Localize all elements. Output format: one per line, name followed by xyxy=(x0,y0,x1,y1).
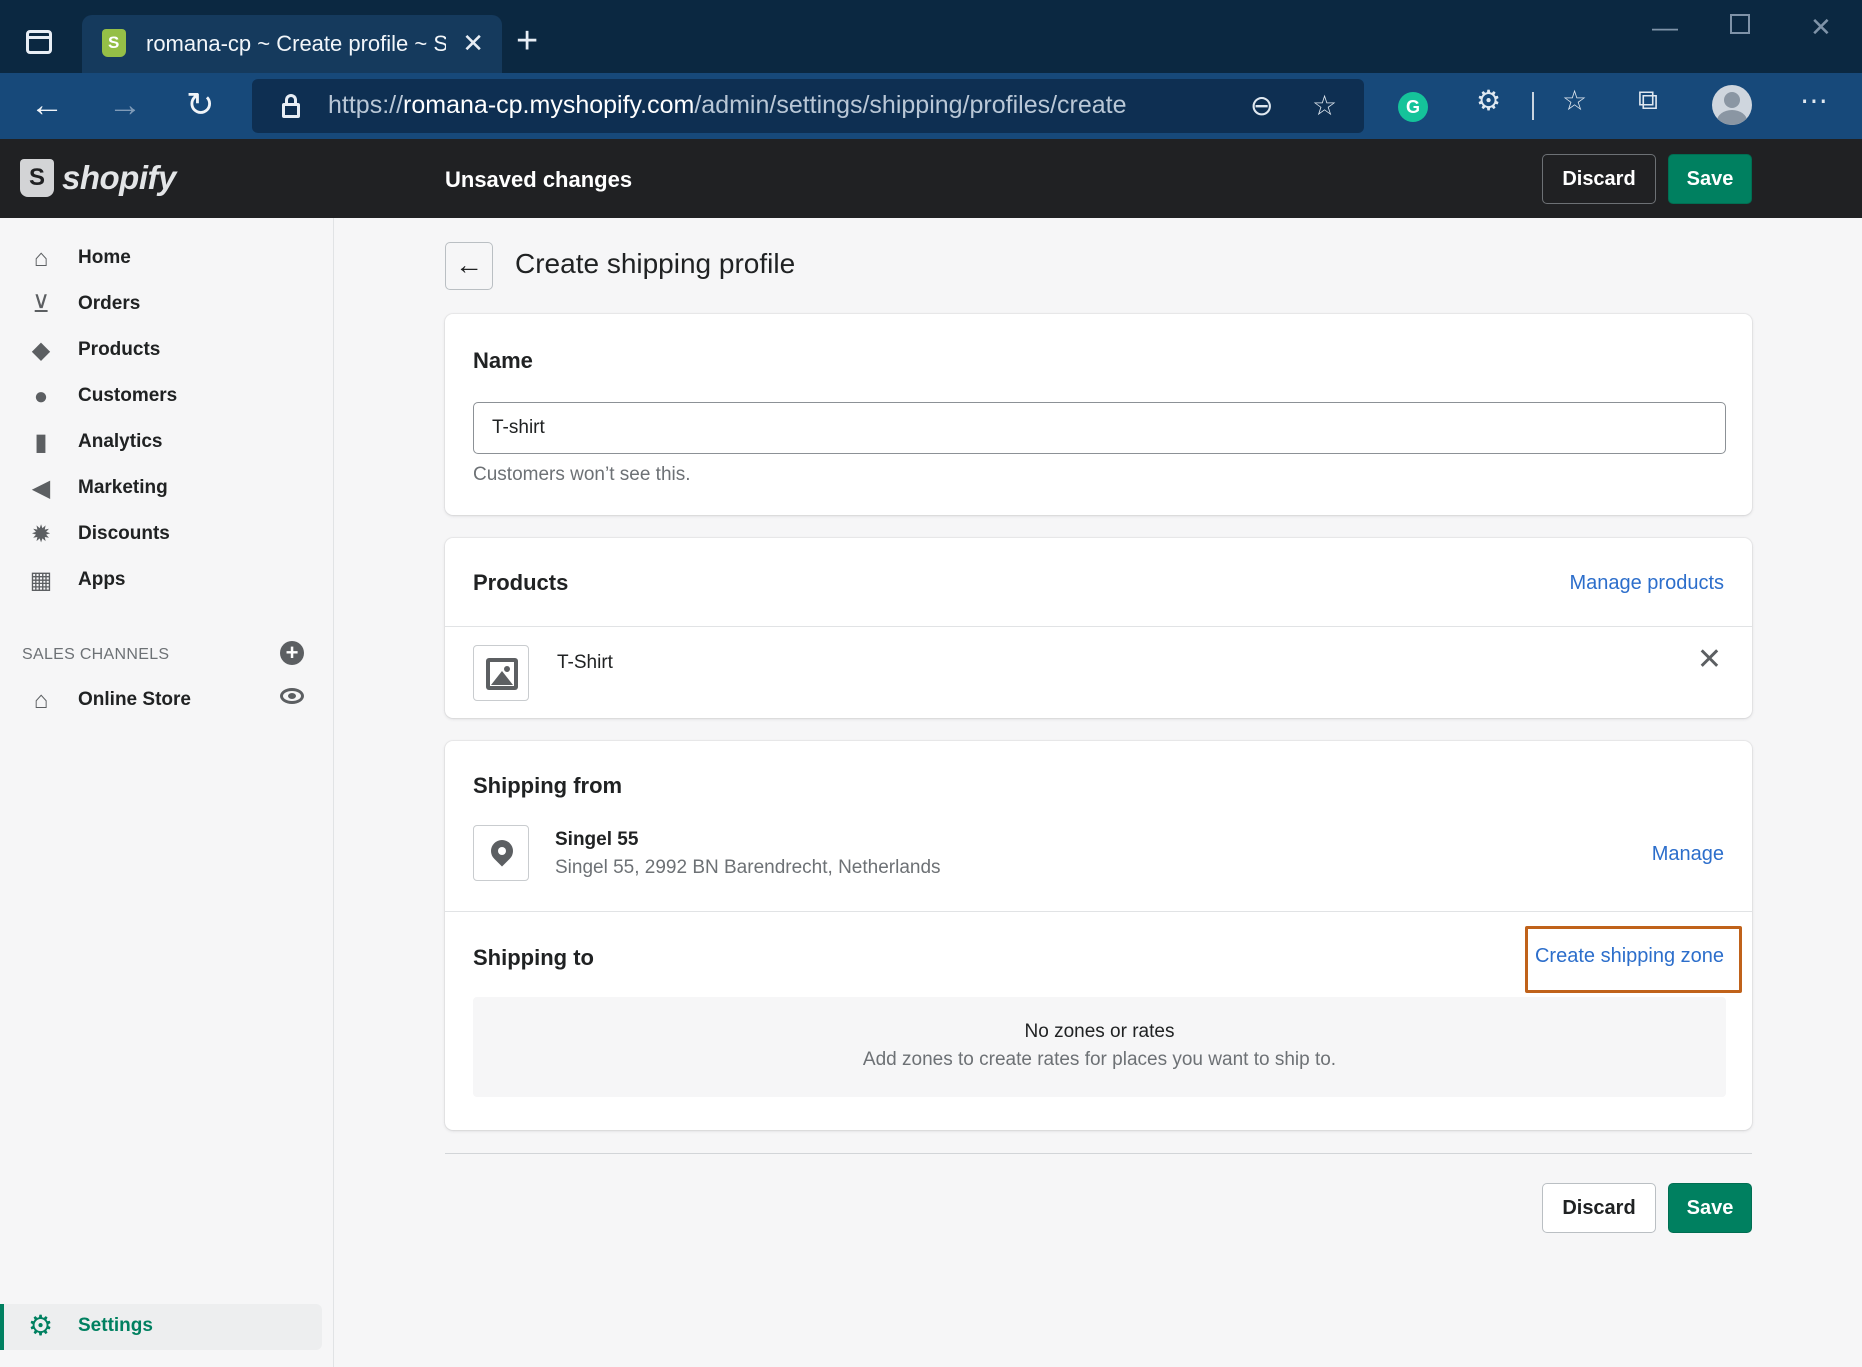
products-card: Products Manage products T-Shirt ✕ xyxy=(445,538,1752,718)
add-sales-channel-icon[interactable]: + xyxy=(280,641,304,665)
back-button[interactable]: ← xyxy=(445,242,493,290)
manage-location-link[interactable]: Manage xyxy=(1652,843,1724,866)
favorites-icon[interactable]: ☆ xyxy=(1562,84,1587,117)
name-card: Name T-shirt Customers won’t see this. xyxy=(445,314,1752,515)
footer-save-button[interactable]: Save xyxy=(1668,1183,1752,1233)
footer-divider xyxy=(445,1153,1752,1154)
sidebar-item-home[interactable]: ⌂ Home xyxy=(0,238,334,278)
shopify-favicon-icon xyxy=(102,29,126,57)
profile-name-input[interactable]: T-shirt xyxy=(473,402,1726,454)
shopify-logo-icon xyxy=(20,159,54,197)
window-close-icon[interactable]: ✕ xyxy=(1810,12,1832,43)
empty-zones-state: No zones or rates Add zones to create ra… xyxy=(473,997,1726,1097)
close-tab-icon[interactable]: ✕ xyxy=(462,28,484,59)
sidebar-item-label: Online Store xyxy=(78,689,191,710)
sidebar-item-analytics[interactable]: ▮ Analytics xyxy=(0,422,334,462)
shipping-divider xyxy=(445,911,1752,912)
gear-icon: ⚙ xyxy=(28,1310,54,1341)
location-address: Singel 55, 2992 BN Barendrecht, Netherla… xyxy=(555,857,941,878)
new-tab-icon[interactable]: + xyxy=(516,22,538,60)
browser-tab[interactable]: romana-cp ~ Create profile ~ Sh ✕ xyxy=(82,15,502,73)
view-store-eye-icon[interactable] xyxy=(280,688,304,704)
products-card-title: Products xyxy=(473,570,569,595)
sidebar-item-apps[interactable]: ▦ Apps xyxy=(0,560,334,600)
sales-channels-heading: SALES CHANNELS xyxy=(22,646,170,663)
sidebar-item-discounts[interactable]: ✹ Discounts xyxy=(0,514,334,554)
tag-icon: ◆ xyxy=(31,337,51,364)
sidebar-item-customers[interactable]: ● Customers xyxy=(0,376,334,416)
zoom-out-icon[interactable]: ⊖ xyxy=(1250,89,1273,122)
orders-icon: ⊻ xyxy=(32,291,50,318)
arrow-left-icon: ← xyxy=(455,249,483,280)
maximize-icon[interactable] xyxy=(1730,14,1750,34)
tab-title: romana-cp ~ Create profile ~ Sh xyxy=(146,31,446,56)
forward-arrow-icon[interactable]: → xyxy=(108,85,142,125)
extensions-icon[interactable]: ⚙ xyxy=(1476,84,1501,117)
image-placeholder-icon xyxy=(486,658,518,690)
sidebar-item-settings[interactable]: ⚙ Settings xyxy=(0,1304,322,1350)
sidebar-item-label: Apps xyxy=(78,569,126,590)
tab-actions-icon[interactable] xyxy=(26,30,52,54)
browser-tab-bar: romana-cp ~ Create profile ~ Sh ✕ + — ✕ xyxy=(0,0,1862,73)
home-icon: ⌂ xyxy=(33,245,49,272)
sidebar-item-label: Discounts xyxy=(78,523,170,544)
location-pin-icon xyxy=(486,835,518,867)
shopify-logo-text: shopify xyxy=(62,159,176,196)
refresh-icon[interactable]: ↻ xyxy=(186,85,215,125)
grammarly-extension-icon[interactable]: G xyxy=(1398,92,1428,122)
name-help-text: Customers won’t see this. xyxy=(473,464,691,485)
apps-icon: ▦ xyxy=(29,567,53,594)
bar-chart-icon: ▮ xyxy=(34,429,48,456)
topbar-save-button[interactable]: Save xyxy=(1668,154,1752,204)
sidebar-item-label: Customers xyxy=(78,385,178,406)
sidebar-item-label: Orders xyxy=(78,293,141,314)
unsaved-changes-label: Unsaved changes xyxy=(445,167,633,192)
collections-icon[interactable]: ⧉ xyxy=(1638,84,1658,117)
footer-discard-button[interactable]: Discard xyxy=(1542,1183,1656,1233)
manage-products-link[interactable]: Manage products xyxy=(1569,572,1724,595)
store-icon: ⌂ xyxy=(33,687,49,714)
sidebar-item-label: Home xyxy=(78,247,131,268)
minimize-icon[interactable]: — xyxy=(1652,12,1678,43)
sidebar-item-label: Analytics xyxy=(78,431,163,452)
profile-avatar[interactable] xyxy=(1712,85,1752,125)
add-favorite-icon[interactable]: ☆ xyxy=(1312,89,1337,122)
more-menu-icon[interactable]: ⋯ xyxy=(1800,84,1828,117)
remove-product-close-icon[interactable]: ✕ xyxy=(1697,642,1722,677)
sidebar: ⌂ Home ⊻ Orders ◆ Products ● Customers ▮… xyxy=(0,218,334,1367)
lock-icon[interactable] xyxy=(280,94,302,118)
page-title: Create shipping profile xyxy=(515,248,796,279)
create-zone-highlight xyxy=(1525,926,1742,993)
name-card-title: Name xyxy=(473,348,533,373)
sidebar-item-marketing[interactable]: ◀ Marketing xyxy=(0,468,334,508)
empty-zones-text: Add zones to create rates for places you… xyxy=(862,1049,1337,1070)
empty-zones-title: No zones or rates xyxy=(1024,1021,1175,1042)
url-text[interactable]: https://romana-cp.myshopify.com/admin/se… xyxy=(328,91,1127,120)
sidebar-item-label: Settings xyxy=(78,1315,153,1336)
sidebar-item-label: Products xyxy=(78,339,161,360)
topbar-discard-button[interactable]: Discard xyxy=(1542,154,1656,204)
products-divider xyxy=(445,626,1752,627)
sidebar-item-products[interactable]: ◆ Products xyxy=(0,330,334,370)
shipping-from-title: Shipping from xyxy=(473,773,623,798)
megaphone-icon: ◀ xyxy=(31,475,51,502)
sidebar-item-orders[interactable]: ⊻ Orders xyxy=(0,284,334,324)
product-name: T-Shirt xyxy=(557,652,613,673)
person-icon: ● xyxy=(33,383,49,410)
location-thumbnail xyxy=(473,825,529,881)
toolbar-divider xyxy=(1532,92,1534,120)
discount-icon: ✹ xyxy=(30,521,52,548)
location-name: Singel 55 xyxy=(555,829,639,850)
back-arrow-icon[interactable]: ← xyxy=(30,85,64,125)
shipping-to-title: Shipping to xyxy=(473,945,594,970)
shopify-topbar: shopify Unsaved changes Discard Save xyxy=(0,139,1862,218)
address-bar[interactable]: https://romana-cp.myshopify.com/admin/se… xyxy=(252,79,1364,133)
profile-name-value: T-shirt xyxy=(492,417,545,438)
product-thumbnail xyxy=(473,645,529,701)
sidebar-item-label: Marketing xyxy=(78,477,168,498)
